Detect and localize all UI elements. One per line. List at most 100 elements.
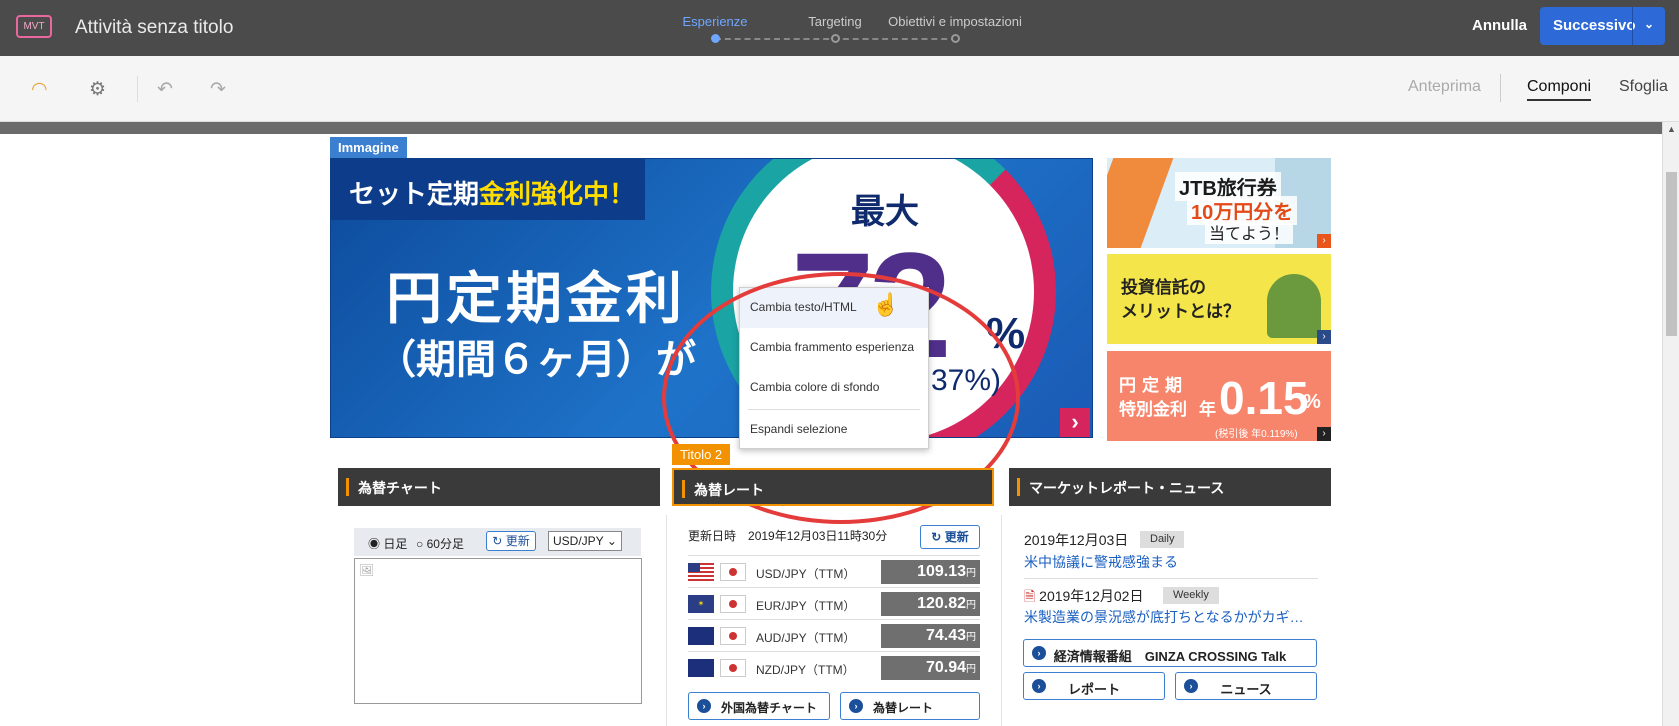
step-dot-goals xyxy=(951,34,960,43)
mvt-badge: MVT xyxy=(16,15,52,38)
top-bar: MVT Attività senza titolo Esperienze Tar… xyxy=(0,0,1679,56)
rates-update-label: 更新 xyxy=(944,530,969,544)
chart-update-label: 更新 xyxy=(505,534,530,548)
ad3-rate: 0.15 xyxy=(1219,372,1309,424)
activity-title[interactable]: Attività senza titolo xyxy=(75,17,233,39)
plant-graphic xyxy=(1267,274,1321,338)
title2-selection-tag: Titolo 2 xyxy=(672,444,731,465)
gear-icon[interactable]: ⚙ xyxy=(89,78,106,101)
cancel-button[interactable]: Annulla xyxy=(1472,17,1527,34)
report-button[interactable]: › レポート xyxy=(1023,672,1165,700)
fx-chart-link-label: 外国為替チャート xyxy=(721,701,817,715)
ad3-line1: 円定期 xyxy=(1119,376,1188,395)
gauge-icon[interactable]: ◠ xyxy=(31,78,48,101)
report-label: レポート xyxy=(1067,682,1120,697)
news-divider xyxy=(1024,578,1318,579)
chevron-right-icon: › xyxy=(849,699,863,713)
jp-flag-icon xyxy=(720,595,746,613)
us-flag-icon xyxy=(688,563,714,581)
section-fx-chart: 為替チャート xyxy=(338,468,660,506)
plane-graphic xyxy=(1107,158,1174,248)
rate-row: ✶ EUR/JPY（TTM） 120.82円 xyxy=(688,587,980,619)
rate-unit: 円 xyxy=(966,600,976,611)
chevron-down-icon: ⌄ xyxy=(606,534,617,548)
tab-preview[interactable]: Anteprima xyxy=(1408,78,1481,96)
scroll-thumb[interactable] xyxy=(1666,172,1677,336)
image-selection-tag: Immagine xyxy=(330,137,407,158)
vertical-scrollbar[interactable]: ▲ xyxy=(1662,122,1679,726)
news-badge-weekly: Weekly xyxy=(1163,587,1219,604)
radio-60min-label: 60分足 xyxy=(426,537,464,551)
nz-flag-icon xyxy=(688,659,714,677)
ad2-line1: 投資信託の xyxy=(1121,278,1206,297)
rate-number: 74.43 xyxy=(925,627,966,644)
rate-value: 120.82円 xyxy=(881,592,980,616)
chart-update-button[interactable]: ↻ 更新 xyxy=(486,531,536,551)
chevron-right-icon: › xyxy=(1032,646,1046,660)
ad3-arrow-icon: › xyxy=(1317,427,1331,441)
rate-pair: AUD/JPY（TTM） xyxy=(756,631,856,645)
fx-rates-link[interactable]: › 為替レート xyxy=(840,692,980,720)
news-date-text: 2019年12月02日 xyxy=(1039,588,1144,604)
step-experiences[interactable]: Esperienze xyxy=(682,14,747,29)
fx-chart-link[interactable]: › 外国為替チャート xyxy=(688,692,830,720)
canvas-top-band xyxy=(0,122,1662,134)
radio-daily-label: 日足 xyxy=(383,537,408,551)
rate-number: 109.13 xyxy=(917,563,966,580)
next-button[interactable]: Successivo ⌄ xyxy=(1540,7,1665,45)
radio-daily[interactable]: ◉ 日足 xyxy=(368,535,407,552)
news-title-link[interactable]: 米製造業の景況感が底打ちとなるかがカギ… xyxy=(1024,607,1304,627)
rate-unit: 円 xyxy=(966,568,976,579)
rate-value: 74.43円 xyxy=(881,624,980,648)
section-fx-rates[interactable]: 為替レート xyxy=(672,468,994,506)
ad2-text: 投資信託の メリットとは？ xyxy=(1121,276,1261,324)
chevron-right-icon[interactable]: › xyxy=(1060,408,1090,437)
step-targeting[interactable]: Targeting xyxy=(808,14,861,29)
step-goals-settings[interactable]: Obiettivi e impostazioni xyxy=(888,14,1022,29)
redo-icon[interactable]: ↷ xyxy=(210,78,226,101)
pdf-icon: 🗎 xyxy=(1024,588,1036,604)
chevron-down-icon[interactable]: ⌄ xyxy=(1644,17,1654,31)
jp-flag-icon xyxy=(720,627,746,645)
rate-value: 70.94円 xyxy=(881,656,980,680)
ad3-percent: % xyxy=(1303,391,1321,413)
news-date: 2019年12月03日 xyxy=(1024,532,1129,548)
rate-pair: NZD/JPY（TTM） xyxy=(756,663,855,677)
tab-browse[interactable]: Sfoglia xyxy=(1619,78,1668,96)
step-dot-targeting xyxy=(831,34,840,43)
rate-row: NZD/JPY（TTM） 70.94円 xyxy=(688,651,980,683)
broken-image-icon: 🖼 xyxy=(359,563,375,577)
undo-icon[interactable]: ↶ xyxy=(157,78,173,101)
news-title-link[interactable]: 米中協議に警戒感強まる xyxy=(1024,552,1304,572)
rate-row: USD/JPY（TTM） 109.13円 xyxy=(688,555,980,587)
ad-investment-trust[interactable]: 投資信託の メリットとは？ › xyxy=(1107,254,1331,344)
news-label: ニュース xyxy=(1220,682,1272,697)
rates-updated: 更新日時 2019年12月03日11時30分 xyxy=(688,527,887,544)
tab-compose[interactable]: Componi xyxy=(1527,78,1592,101)
banner-strip-prefix: セット定期 xyxy=(349,179,480,209)
rate-row: AUD/JPY（TTM） 74.43円 xyxy=(688,619,980,651)
rate-number: 70.94 xyxy=(925,659,966,676)
chevron-right-icon: › xyxy=(1184,679,1198,693)
rate-number: 120.82 xyxy=(917,595,966,612)
rates-update-button[interactable]: ↻ 更新 xyxy=(920,525,980,549)
ginza-crossing-label: 経済情報番組 GINZA CROSSING Talk xyxy=(1053,649,1287,664)
column-divider xyxy=(666,515,667,726)
editor-toolbar: ◠ ⚙ ↶ ↷ Anteprima Componi Sfoglia xyxy=(0,56,1679,122)
ad-jtb-travel[interactable]: JTB旅行券 10万円分を 当てよう！ › xyxy=(1107,158,1331,248)
ad1-arrow-icon: › xyxy=(1317,234,1331,248)
ad-special-rate[interactable]: 円定期 特別金利 年 0.15 % (税引後 年0.119%) › xyxy=(1107,351,1331,441)
fx-rates-link-label: 為替レート xyxy=(873,701,934,715)
news-button[interactable]: › ニュース xyxy=(1175,672,1317,700)
pair-select-value: USD/JPY xyxy=(553,534,604,548)
chart-controls: ◉ 日足 ○ 60分足 ↻ 更新 USD/JPY ⌄ xyxy=(354,528,641,556)
radio-60min[interactable]: ○ 60分足 xyxy=(416,535,464,552)
step-dot-experiences xyxy=(711,34,720,43)
pair-select[interactable]: USD/JPY ⌄ xyxy=(548,531,622,551)
rate-unit: 円 xyxy=(966,632,976,643)
scroll-up-icon[interactable]: ▲ xyxy=(1667,124,1676,134)
ginza-crossing-button[interactable]: › 経済情報番組 GINZA CROSSING Talk xyxy=(1023,639,1317,667)
banner-main-text: 円定期金利 xyxy=(386,267,686,330)
ad3-line2: 特別金利 xyxy=(1119,400,1187,419)
updated-label: 更新日時 xyxy=(688,529,737,543)
